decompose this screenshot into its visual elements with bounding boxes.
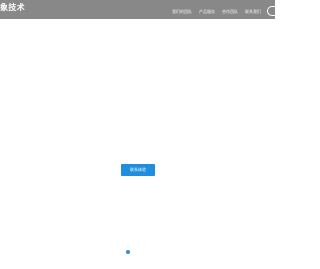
nav-item-partners[interactable]: 合作团队	[222, 9, 238, 15]
nav-item-team[interactable]: 我们的团队	[172, 9, 192, 15]
dot-indicator-icon[interactable]	[126, 250, 130, 254]
top-navigation-bar: 象技术 我们的团队 产品服务 合作团队 联系我们	[0, 0, 275, 19]
contact-experience-button[interactable]: 联系体验	[121, 164, 155, 176]
search-icon[interactable]	[267, 6, 275, 16]
logo-text[interactable]: 象技术	[0, 2, 25, 14]
main-nav: 我们的团队 产品服务 合作团队 联系我们	[172, 8, 261, 16]
nav-item-products[interactable]: 产品服务	[199, 9, 215, 15]
nav-item-contact[interactable]: 联系我们	[245, 9, 261, 15]
